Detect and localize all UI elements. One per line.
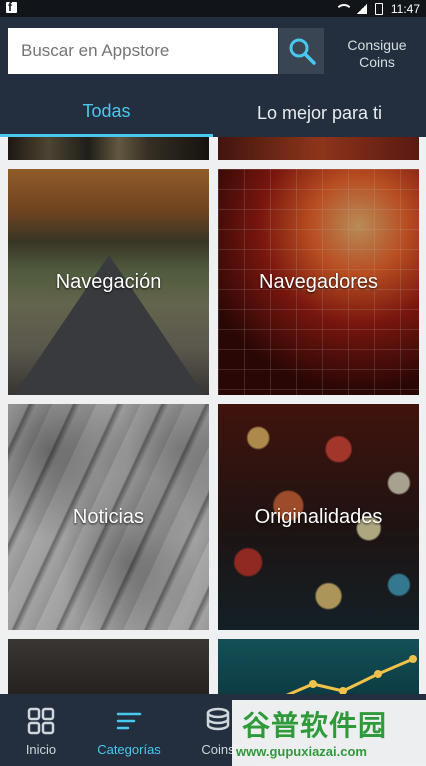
app-header: Consigue Coins Todas Lo mejor para ti xyxy=(0,17,426,137)
category-label: Noticias xyxy=(72,505,145,528)
search-input[interactable] xyxy=(8,28,278,74)
chart-line-image xyxy=(285,655,417,694)
coins-icon xyxy=(206,707,230,731)
category-tile-navegadores[interactable]: Navegadores xyxy=(218,169,419,395)
tab-todas[interactable]: Todas xyxy=(0,89,213,137)
nav-inicio[interactable]: Inicio xyxy=(0,694,82,766)
watermark-title: 谷普软件园 xyxy=(242,710,388,741)
tabs: Todas Lo mejor para ti xyxy=(0,89,426,137)
grid-icon xyxy=(27,707,55,735)
category-tile-originalidades[interactable]: Originalidades xyxy=(218,404,419,630)
watermark-url: www.gupuxiazai.com xyxy=(236,744,367,759)
category-tile-noticias[interactable]: Noticias xyxy=(8,404,209,630)
facebook-notification-icon xyxy=(6,0,17,14)
signal-icon xyxy=(356,4,367,14)
get-coins-link[interactable]: Consigue Coins xyxy=(339,37,415,71)
menu-lines-icon xyxy=(116,712,142,730)
category-tile-navegacion[interactable]: Navegación xyxy=(8,169,209,395)
tab-lo-mejor-para-ti[interactable]: Lo mejor para ti xyxy=(213,89,426,137)
get-coins-line1: Consigue xyxy=(347,37,407,53)
category-tile-partial[interactable] xyxy=(218,137,419,160)
watermark: 谷普软件园 www.gupuxiazai.com xyxy=(232,700,426,766)
category-tile-partial[interactable] xyxy=(8,137,209,160)
battery-icon xyxy=(374,3,383,15)
get-coins-line2: Coins xyxy=(359,54,395,70)
status-time: 11:47 xyxy=(390,2,420,16)
search-icon xyxy=(289,38,316,65)
category-label: Navegadores xyxy=(259,270,378,293)
wifi-icon xyxy=(335,4,349,14)
search-button[interactable] xyxy=(279,28,324,74)
category-label: Navegación xyxy=(55,270,162,293)
category-tile-partial[interactable] xyxy=(218,639,419,694)
nav-categorias[interactable]: Categorías xyxy=(82,694,176,766)
nav-label: Inicio xyxy=(25,742,57,757)
category-grid: Navegación Navegadores Noticias Original… xyxy=(0,137,426,694)
status-bar: 11:47 xyxy=(0,0,426,17)
nav-label: Categorías xyxy=(97,742,161,757)
category-tile-partial[interactable] xyxy=(8,639,209,694)
category-label: Originalidades xyxy=(254,505,383,528)
